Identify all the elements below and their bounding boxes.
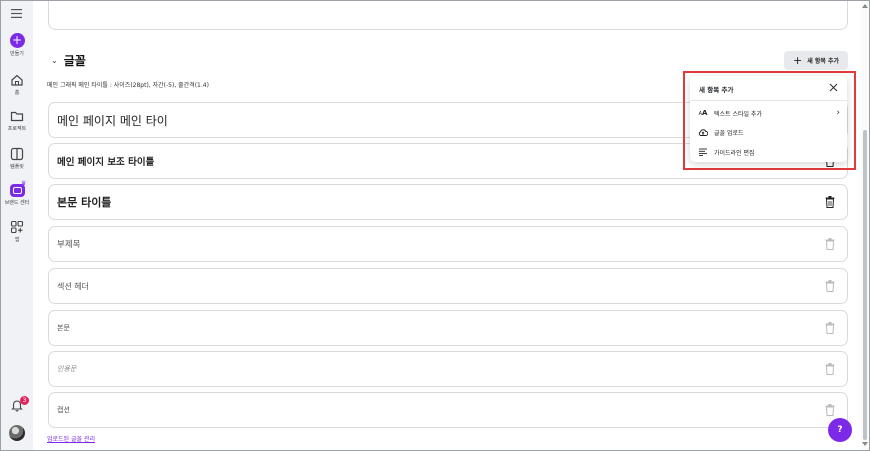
create-label: 만들기 [10,51,24,57]
plus-icon: + [793,53,803,67]
font-style-row[interactable]: 본문 타이틀 [48,184,848,220]
font-style-row[interactable]: 본문 [48,310,848,346]
create-button[interactable]: + 만들기 [1,33,33,57]
font-style-name: 메인 페이지 메인 타이 [57,113,168,128]
section-description: 메인 그래픽 메인 타이틀 : 사이즈(28pt), 자간(-5), 줄간격(1… [47,82,209,89]
trash-icon[interactable] [825,404,835,416]
rail-item-projects[interactable]: 프로젝트 [1,109,33,132]
scroll-down-arrow[interactable] [862,442,868,446]
dropdown-title: 새 항목 추가 [699,86,734,94]
scrollbar-thumb[interactable] [863,130,867,440]
add-new-item-label: 새 항목 추가 [807,58,839,65]
font-style-name: 인용문 [57,365,77,373]
rail-item-label: 프로젝트 [7,126,27,132]
rail-item-label: 홈 [14,90,20,96]
template-icon [10,147,24,161]
menu-item-upload-font[interactable]: 글꼴 업로드 [698,125,843,139]
menu-item-label: 글꼴 업로드 [714,129,744,137]
font-style-name: 섹션 헤더 [57,281,89,291]
main-panel: ⌄ 글꼴 + 새 항목 추가 메인 그래픽 메인 타이틀 : 사이즈(28pt)… [34,1,860,450]
font-style-row[interactable]: 캡션 [48,392,848,428]
home-icon [11,74,23,86]
menu-item-label: 가이드라인 편집 [714,149,755,157]
notification-badge: 3 [20,396,29,405]
close-icon[interactable] [829,83,838,92]
add-item-dropdown: 새 항목 추가 AA 텍스트 스타일 추가 › 글꼴 업로드 가이드라인 편집 [690,76,847,162]
font-style-row[interactable]: 섹션 헤더 [48,268,848,304]
rail-item-home[interactable]: 홈 [1,73,33,96]
trash-icon[interactable] [825,280,835,292]
trash-icon[interactable] [825,196,835,208]
left-rail: + 만들기 홈 프로젝트 템플릿 ♛ 브랜드 센터 앱 3 [1,1,33,450]
chevron-down-icon: ⌄ [51,56,58,65]
font-style-name: 캡션 [57,406,70,414]
folder-icon [10,111,24,122]
font-style-row[interactable]: 인용문 [48,351,848,387]
font-style-name: 본문 타이틀 [57,196,112,209]
add-new-item-button[interactable]: + 새 항목 추가 [784,51,848,70]
font-style-name: 본문 [57,324,70,332]
section-header[interactable]: ⌄ 글꼴 [51,52,86,69]
plus-icon: + [9,33,25,48]
menu-item-label: 텍스트 스타일 추가 [714,110,762,118]
crown-icon: ♛ [21,180,27,187]
rail-item-label: 브랜드 센터 [4,200,30,206]
top-card [48,1,848,30]
rail-item-label: 템플릿 [10,164,24,170]
rail-item-templates[interactable]: 템플릿 [1,147,33,170]
notifications-button[interactable]: 3 [1,396,33,412]
font-style-row[interactable]: 부제목 [48,226,848,262]
menu-icon[interactable] [11,9,22,18]
rail-item-brand[interactable]: ♛ 브랜드 센터 [1,180,33,206]
trash-icon[interactable] [825,363,835,375]
cloud-upload-icon [698,128,708,136]
menu-item-edit-guidelines[interactable]: 가이드라인 편집 [698,145,843,159]
trash-icon[interactable] [825,322,835,334]
font-style-name: 메인 페이지 보조 타이틀 [57,157,155,168]
rail-item-label: 앱 [14,237,20,243]
section-title: 글꼴 [63,54,86,68]
avatar [9,425,25,441]
account-button[interactable] [1,425,33,441]
chevron-right-icon: › [836,108,840,118]
dropdown-divider [690,100,847,101]
manage-uploaded-fonts-link[interactable]: 업로드된 글꼴 관리 [47,434,95,443]
apps-icon [10,220,24,234]
font-style-name: 부제목 [57,240,81,250]
guidelines-icon [699,148,707,156]
help-button[interactable]: ? [828,418,852,442]
menu-item-add-text-style[interactable]: AA 텍스트 스타일 추가 › [698,106,843,120]
scroll-up-arrow[interactable] [862,4,868,8]
trash-icon[interactable] [825,238,835,250]
rail-item-apps[interactable]: 앱 [1,220,33,243]
text-style-icon: AA [698,109,708,117]
